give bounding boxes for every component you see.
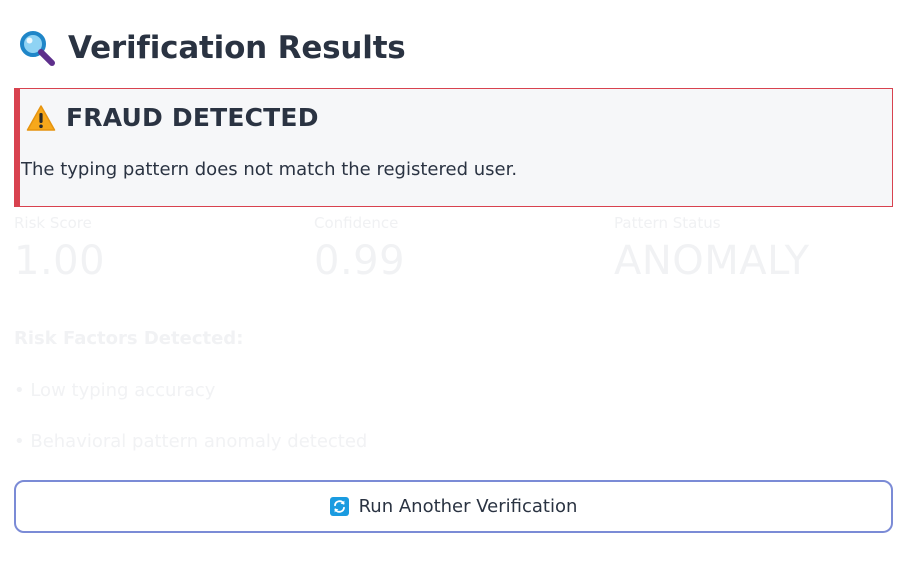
refresh-icon — [329, 497, 349, 516]
metrics-row: Risk Score 1.00 Confidence 0.99 Pattern … — [14, 212, 914, 302]
metric-value: ANOMALY — [614, 238, 810, 284]
alert-message: The typing pattern does not match the re… — [21, 159, 518, 180]
metric-label: Pattern Status — [614, 214, 721, 232]
page-title-text: Verification Results — [68, 30, 406, 66]
metric-confidence: Confidence 0.99 — [314, 212, 604, 284]
run-another-verification-label: Run Another Verification — [358, 496, 578, 517]
risk-factor-item: • Behavioral pattern anomaly detected — [14, 431, 368, 452]
warning-icon — [26, 104, 56, 132]
metric-label: Risk Score — [14, 214, 92, 232]
risk-factor-item: • Low typing accuracy — [14, 380, 216, 401]
alert-heading-text: FRAUD DETECTED — [66, 103, 319, 132]
metric-value: 1.00 — [14, 238, 106, 284]
alert-heading: FRAUD DETECTED — [26, 103, 319, 132]
metric-label: Confidence — [314, 214, 399, 232]
metric-risk-score: Risk Score 1.00 — [14, 212, 304, 284]
risk-factors-title: Risk Factors Detected: — [14, 328, 244, 349]
run-another-verification-button[interactable]: Run Another Verification — [14, 480, 893, 533]
fraud-alert: FRAUD DETECTED The typing pattern does n… — [14, 88, 893, 207]
metric-value: 0.99 — [314, 238, 406, 284]
page-title: Verification Results — [18, 26, 406, 70]
metric-pattern-status: Pattern Status ANOMALY — [614, 212, 904, 284]
magnifying-glass-icon — [18, 29, 56, 67]
